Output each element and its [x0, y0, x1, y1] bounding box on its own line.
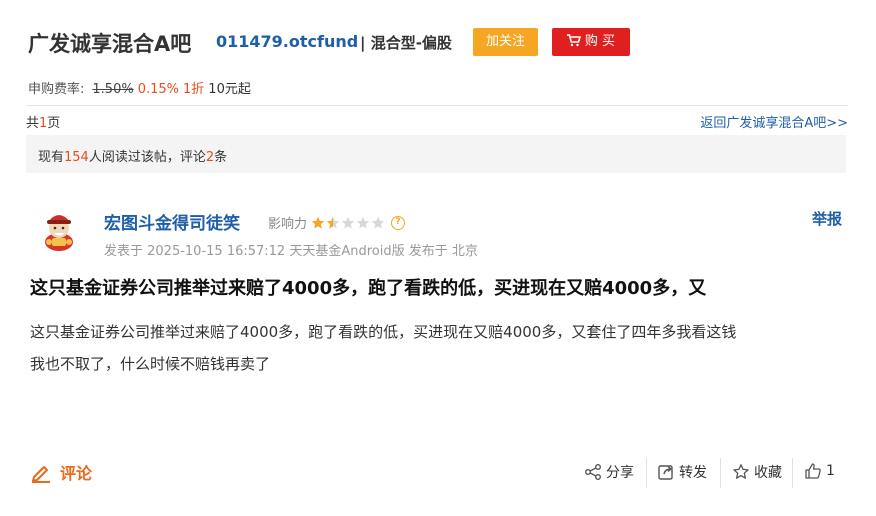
star-outline-icon	[733, 464, 749, 479]
post-meta: 发表于 2025-10-15 16:57:12 天天基金Android版 发布于…	[104, 244, 478, 259]
influence-rating: 影响力 ?	[268, 213, 406, 232]
share-icon	[585, 464, 601, 480]
buy-button[interactable]: 购 买	[552, 28, 630, 56]
post-body-line: 我也不取了，什么时候不赔钱再卖了	[30, 355, 271, 373]
post-title: 这只基金证券公司推举过来赔了4000多，跑了看跌的低，买进现在又赔4000多，又	[30, 278, 707, 299]
collect-label: 收藏	[754, 465, 782, 481]
stats-text: 现有154人阅读过该帖，评论2条	[38, 146, 227, 165]
author-name[interactable]: 宏图斗金得司徒笑	[104, 209, 240, 234]
divider	[720, 458, 721, 488]
cart-icon	[566, 34, 581, 47]
fee-discount: 1折	[183, 82, 205, 97]
report-button[interactable]: 举报	[812, 208, 842, 229]
share-label: 分享	[606, 465, 634, 481]
divider	[646, 458, 647, 488]
post-body-line: 这只基金证券公司推举过来赔了4000多，跑了看跌的低，买进现在又赔4000多，又…	[30, 323, 737, 341]
page-count: 共1页	[26, 112, 60, 131]
fee-current: 0.15%	[137, 82, 180, 97]
forward-button[interactable]: 转发	[657, 462, 707, 482]
rating-star-icon	[311, 216, 325, 228]
fee-label: 申购费率:	[28, 82, 85, 97]
like-count: 1	[826, 463, 835, 479]
pencil-icon	[32, 466, 50, 483]
forward-icon	[658, 465, 673, 480]
buy-button-label: 购 买	[584, 34, 616, 49]
page-count-prefix: 共	[26, 116, 40, 131]
page-title: 广发诚享混合A吧	[28, 32, 192, 56]
back-to-forum-link[interactable]: 返回广发诚享混合A吧>>	[700, 112, 848, 131]
collect-button[interactable]: 收藏	[732, 462, 782, 482]
fee-original: 1.50%	[92, 82, 134, 97]
reader-count: 154	[64, 150, 89, 165]
comment-label: 评论	[60, 464, 93, 483]
thumbs-up-icon	[805, 463, 821, 479]
like-button[interactable]: 1	[804, 462, 835, 480]
post-body: 这只基金证券公司推举过来赔了4000多，跑了看跌的低，买进现在又赔4000多，又…	[30, 316, 850, 380]
avatar[interactable]	[38, 208, 80, 252]
fee-minimum: 10元起	[208, 82, 251, 97]
divider	[26, 105, 848, 106]
rating-stars	[311, 216, 385, 230]
rating-star-icon	[341, 216, 355, 228]
fund-code-link[interactable]: 011479.otcfund	[216, 32, 358, 51]
influence-label: 影响力	[268, 217, 308, 232]
help-icon[interactable]: ?	[391, 215, 406, 230]
fee-row: 申购费率: 1.50% 0.15% 1折 10元起	[28, 78, 251, 97]
stats-middle: 人阅读过该帖，评论	[88, 150, 206, 165]
follow-button[interactable]: 加关注	[473, 28, 538, 56]
rating-star-icon	[371, 216, 385, 228]
divider	[792, 458, 793, 488]
share-button[interactable]: 分享	[584, 462, 634, 482]
fund-type-label: | 混合型-偏股	[360, 34, 452, 52]
page-count-suffix: 页	[47, 116, 61, 131]
stats-suffix: 条	[214, 150, 228, 165]
rating-star-icon	[326, 216, 340, 228]
stats-prefix: 现有	[38, 150, 65, 165]
forward-label: 转发	[679, 465, 707, 481]
comment-count: 2	[205, 150, 215, 165]
comment-button[interactable]: 评论	[30, 460, 92, 484]
rating-star-icon	[356, 216, 370, 228]
